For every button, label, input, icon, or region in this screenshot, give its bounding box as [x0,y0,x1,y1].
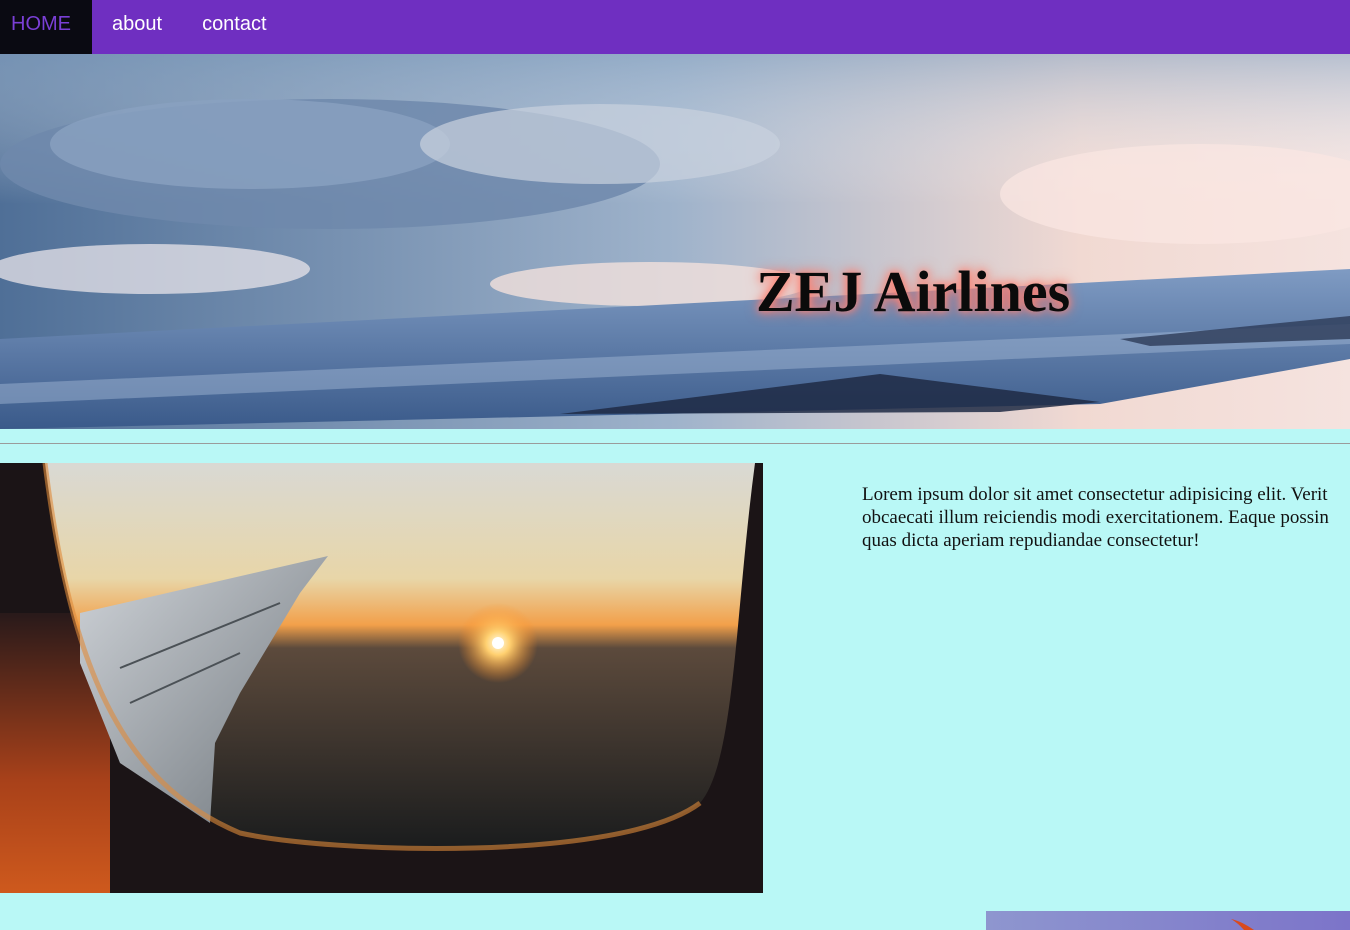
content-image-frame [0,463,763,893]
nav-contact-link[interactable]: contact [182,0,286,54]
site-title: ZEJ Airlines [756,259,1071,324]
top-nav: HOME about contact [0,0,1350,54]
nav-home-link[interactable]: HOME [0,0,92,54]
airplane-window-sunset-photo [0,463,763,893]
hero-banner: ZEJ Airlines [0,54,1350,429]
airplane-wing-clouds-banner [0,54,1350,429]
secondary-image-frame [986,911,1350,930]
airplane-tail-photo [986,911,1350,930]
intro-paragraph: Lorem ipsum dolor sit amet consectetur a… [862,484,1329,551]
section-divider [0,443,1350,444]
nav-about-link[interactable]: about [92,0,182,54]
